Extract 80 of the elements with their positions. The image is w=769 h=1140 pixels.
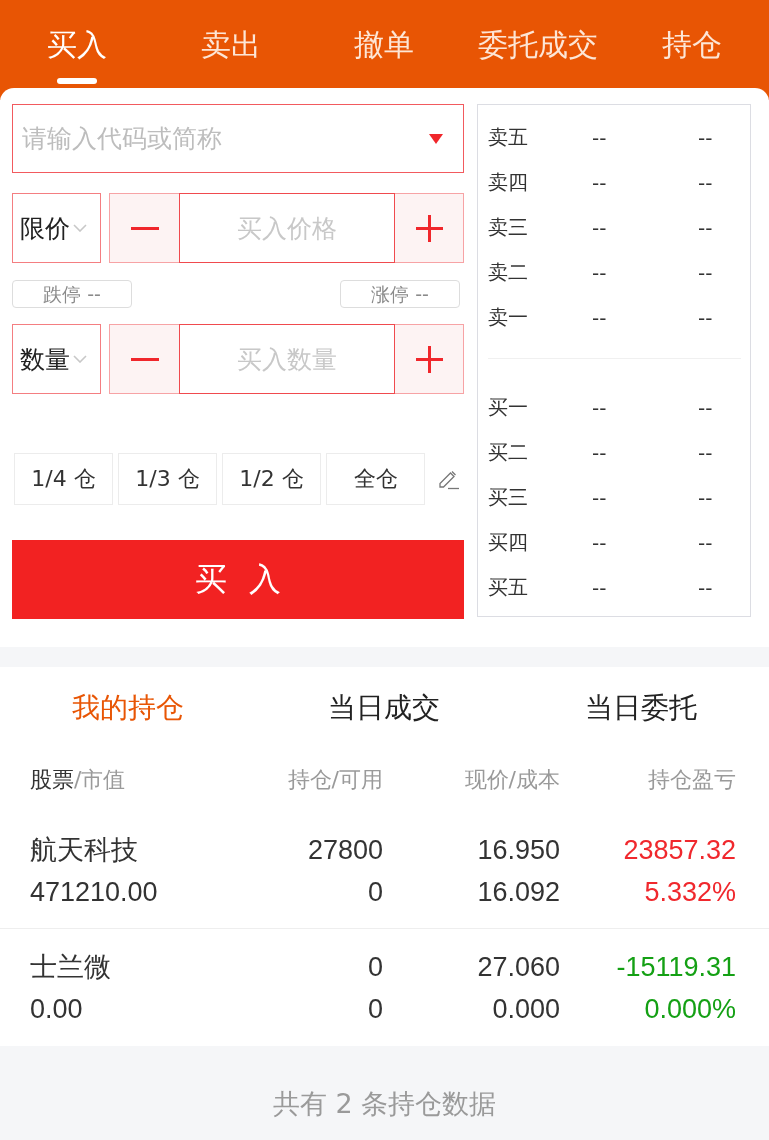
position-ratio-button[interactable]: 1/4 仓 bbox=[14, 453, 113, 505]
plus-icon bbox=[415, 214, 443, 242]
quantity-mode-select[interactable]: 数量 bbox=[12, 324, 101, 394]
position-ratio-button[interactable]: 1/3 仓 bbox=[118, 453, 217, 505]
quote-value: -- bbox=[592, 125, 607, 150]
buy-button[interactable]: 买 入 bbox=[12, 540, 464, 619]
quote-value: -- bbox=[592, 440, 607, 465]
table-cell-text: 航天科技 bbox=[30, 834, 138, 867]
quote-value: -- bbox=[592, 530, 607, 555]
quote-level: 卖五 bbox=[488, 124, 528, 151]
quote-level: 卖一 bbox=[488, 304, 528, 331]
quote-value: -- bbox=[698, 395, 713, 420]
quote-value: -- bbox=[698, 575, 713, 600]
quote-level: 买三 bbox=[488, 484, 528, 511]
pencil-icon[interactable] bbox=[438, 468, 460, 490]
column-header: 现价/成本 bbox=[464, 766, 560, 794]
limit-down-price[interactable]: 跌停 -- bbox=[12, 280, 132, 308]
quote-level: 买一 bbox=[488, 394, 528, 421]
table-cell-text: 471210.00 bbox=[30, 876, 158, 909]
quote-value: -- bbox=[698, 215, 713, 240]
increase-button[interactable] bbox=[395, 193, 464, 263]
quote-level: 卖三 bbox=[488, 214, 528, 241]
quote-value: -- bbox=[592, 305, 607, 330]
tab[interactable]: 卖出 bbox=[200, 27, 261, 84]
table-cell-text: 5.332% bbox=[644, 876, 736, 909]
table-cell-text: 0 bbox=[367, 993, 383, 1026]
table-cell-text: 0.000% bbox=[644, 993, 736, 1026]
stock-search-field[interactable]: 请输入代码或简称 bbox=[12, 104, 464, 173]
quote-value: -- bbox=[698, 440, 713, 465]
quote-value: -- bbox=[698, 485, 713, 510]
tab[interactable]: 持仓 bbox=[662, 27, 723, 84]
caret-down-icon[interactable] bbox=[429, 134, 443, 144]
quote-level: 买五 bbox=[488, 574, 528, 601]
tab[interactable]: 买入 bbox=[46, 27, 107, 84]
table-cell-text: 0 bbox=[367, 876, 383, 909]
column-header: 持仓/可用 bbox=[287, 766, 383, 794]
table-cell-text: 23857.32 bbox=[623, 834, 736, 867]
quote-value: -- bbox=[592, 170, 607, 195]
quote-level: 卖四 bbox=[488, 169, 528, 196]
plus-icon bbox=[415, 345, 443, 373]
price-mode-select[interactable]: 限价 bbox=[12, 193, 101, 263]
column-header: 股票/市值 bbox=[30, 766, 126, 794]
holdings-tab[interactable]: 当日成交 bbox=[328, 690, 441, 726]
quote-value: -- bbox=[592, 215, 607, 240]
chevron-down-icon bbox=[73, 355, 87, 363]
quote-value: -- bbox=[698, 530, 713, 555]
minus-icon bbox=[130, 226, 159, 230]
table-cell-text: 0.000 bbox=[492, 993, 560, 1026]
holdings-count-text: 共有 2 条持仓数据 bbox=[272, 1088, 497, 1119]
position-ratio-button[interactable]: 全仓 bbox=[326, 453, 425, 505]
increase-button[interactable] bbox=[395, 324, 464, 394]
quote-value: -- bbox=[698, 260, 713, 285]
column-header: 持仓盈亏 bbox=[648, 766, 736, 794]
chevron-down-icon bbox=[73, 224, 87, 232]
table-cell-text: 0 bbox=[367, 951, 383, 984]
quote-value: -- bbox=[698, 125, 713, 150]
table-cell-text: 27800 bbox=[307, 834, 383, 867]
table-cell-text: 士兰微 bbox=[30, 951, 111, 984]
limit-up-price[interactable]: 涨停 -- bbox=[340, 280, 460, 308]
holdings-tab[interactable]: 我的持仓 bbox=[72, 690, 185, 726]
quote-value: -- bbox=[592, 575, 607, 600]
table-cell-text: 27.060 bbox=[477, 951, 560, 984]
tab[interactable]: 委托成交 bbox=[478, 27, 599, 84]
table-cell-text: 16.950 bbox=[477, 834, 560, 867]
quote-value: -- bbox=[698, 305, 713, 330]
position-ratio-button[interactable]: 1/2 仓 bbox=[222, 453, 321, 505]
tab[interactable]: 撤单 bbox=[354, 27, 415, 84]
quote-level: 买四 bbox=[488, 529, 528, 556]
quote-value: -- bbox=[592, 485, 607, 510]
minus-icon bbox=[130, 357, 159, 361]
selected-indicator bbox=[56, 78, 97, 84]
holdings-tab[interactable]: 当日委托 bbox=[584, 690, 697, 726]
quote-value: -- bbox=[592, 260, 607, 285]
quote-value: -- bbox=[698, 170, 713, 195]
table-cell-text: 16.092 bbox=[477, 876, 560, 909]
table-cell-text: -15119.31 bbox=[616, 951, 736, 984]
quote-level: 买二 bbox=[488, 439, 528, 466]
quote-value: -- bbox=[592, 395, 607, 420]
table-cell-text: 0.00 bbox=[30, 993, 83, 1026]
quote-level: 卖二 bbox=[488, 259, 528, 286]
